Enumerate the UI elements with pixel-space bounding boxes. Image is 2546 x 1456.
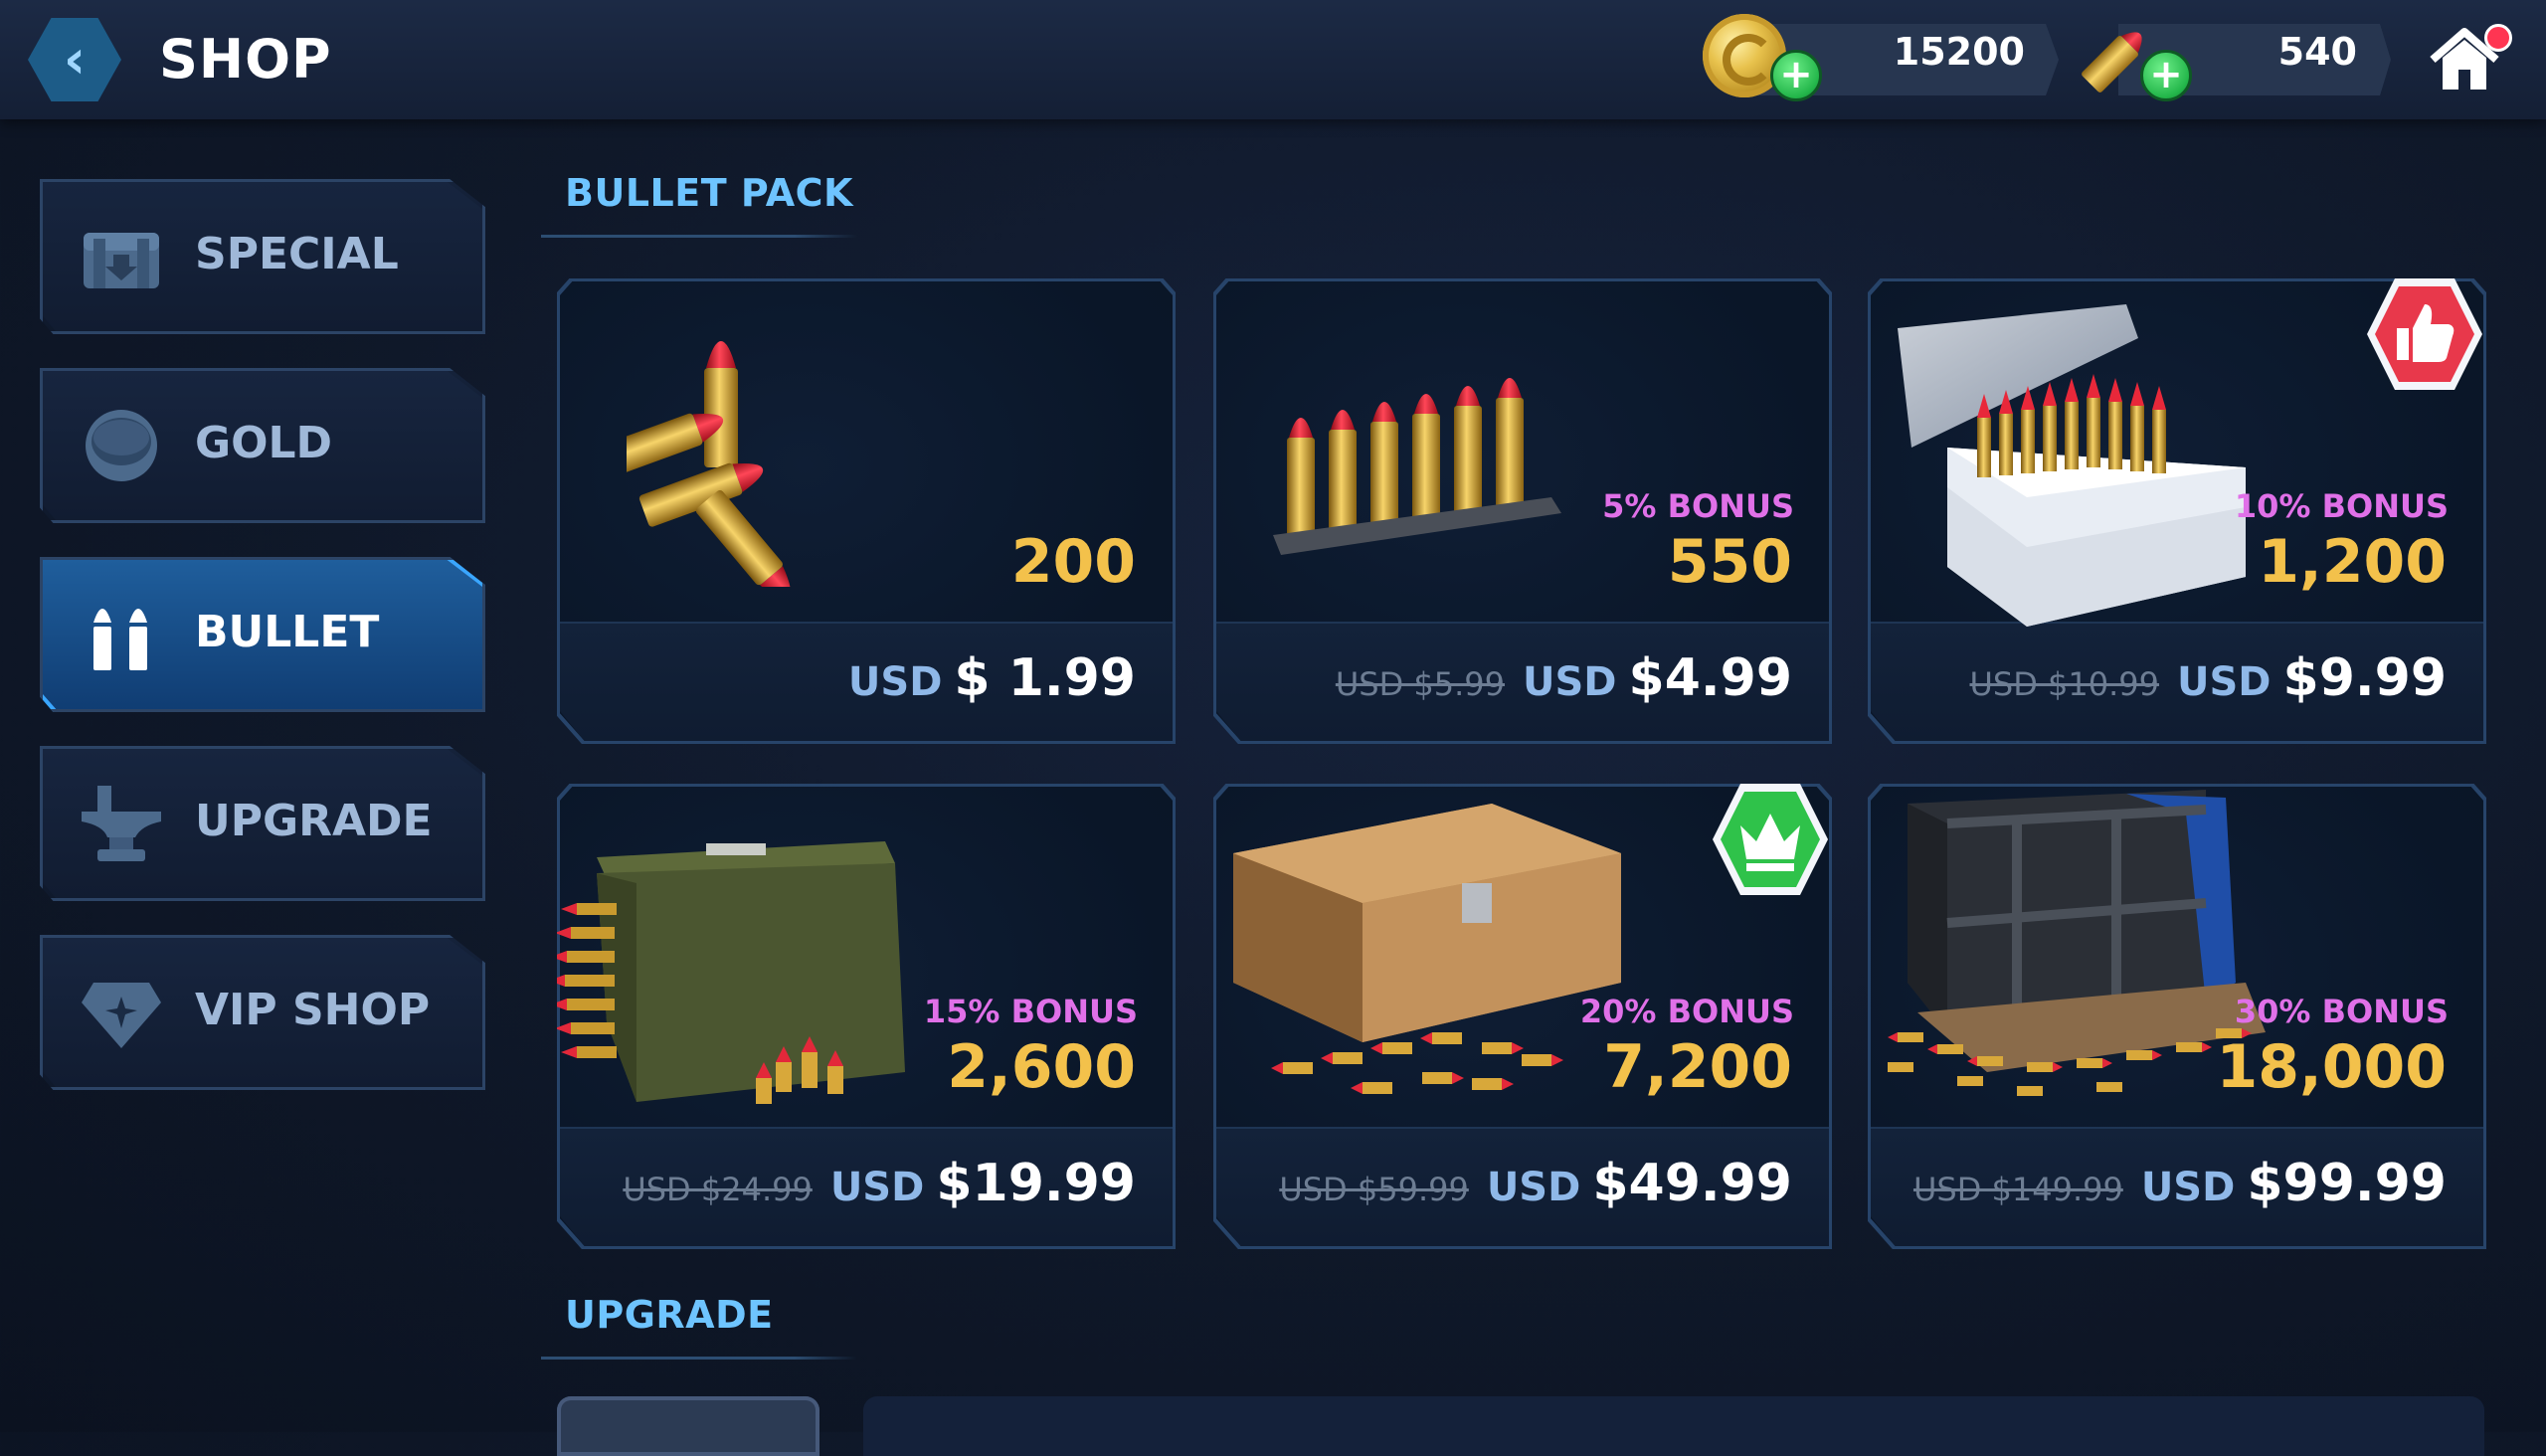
sidebar-item-label: GOLD <box>195 418 333 468</box>
price: $19.99 <box>936 1154 1136 1213</box>
price-currency: USD <box>2140 1165 2236 1210</box>
price-row: USD $10.99 USD $9.99 <box>1970 648 2448 708</box>
sidebar-item-gold[interactable]: GOLD <box>40 368 485 523</box>
pack-bonus: 10% BONUS <box>2234 487 2449 525</box>
sidebar-item-upgrade[interactable]: UPGRADE <box>40 746 485 901</box>
pack-amount: 200 <box>1010 527 1136 597</box>
sidebar-item-label: VIP SHOP <box>195 985 431 1035</box>
pack-card-550[interactable]: 5% BONUS 550 USD $5.99 USD $4.99 <box>1213 278 1832 744</box>
old-price: USD $24.99 <box>623 1171 813 1208</box>
price-currency: USD <box>1486 1165 1581 1210</box>
bullet-pack-art <box>627 341 791 587</box>
gold-coin-icon <box>86 410 157 481</box>
upgrade-item-tab[interactable] <box>557 1396 819 1456</box>
price-currency: USD <box>829 1165 925 1210</box>
add-gold-button[interactable]: + <box>1770 50 1822 101</box>
pack-amount: 18,000 <box>2216 1032 2447 1102</box>
old-price: USD $10.99 <box>1969 665 2160 703</box>
price-currency: USD <box>2177 659 2272 705</box>
gold-balance: 15200 <box>1893 30 2025 74</box>
sidebar-item-label: SPECIAL <box>195 229 399 279</box>
sidebar-item-label: BULLET <box>195 607 380 657</box>
add-bullets-button[interactable]: + <box>2140 50 2192 101</box>
sidebar-item-special[interactable]: SPECIAL <box>40 179 485 334</box>
chest-icon <box>84 233 159 288</box>
pack-bonus: 30% BONUS <box>2234 993 2449 1030</box>
old-price: USD $149.99 <box>1912 1171 2123 1208</box>
sidebar-item-label: UPGRADE <box>195 796 433 846</box>
pack-bonus: 20% BONUS <box>1579 993 1794 1030</box>
top-bar: ‹ SHOP + 15200 + 540 <box>0 0 2546 119</box>
pack-card-18000[interactable]: 30% BONUS 18,000 USD $149.99 USD $99.99 <box>1868 784 2486 1249</box>
chevron-left-icon: ‹ <box>63 28 87 91</box>
pack-amount: 2,600 <box>947 1032 1136 1102</box>
pack-card-7200[interactable]: 20% BONUS 7,200 USD $59.99 USD $49.99 <box>1213 784 1832 1249</box>
pack-bonus: 5% BONUS <box>1602 487 1794 525</box>
ammo-tray-box-art <box>1898 304 2246 627</box>
sidebar-item-bullet[interactable]: BULLET <box>40 557 485 712</box>
pack-card-1200[interactable]: 10% BONUS 1,200 USD $10.99 USD $9.99 <box>1868 278 2486 744</box>
price-row: USD $149.99 USD $99.99 <box>1913 1154 2447 1213</box>
diamond-icon <box>82 983 161 1048</box>
price-row: USD $5.99 USD $4.99 <box>1336 648 1792 708</box>
notification-dot <box>2484 24 2512 52</box>
sidebar-item-vip-shop[interactable]: VIP SHOP <box>40 935 485 1090</box>
bullet-balance: 540 <box>2277 30 2357 74</box>
price-row: USD $59.99 USD $49.99 <box>1279 1154 1792 1213</box>
price-row: USD $ 1.99 <box>848 648 1136 708</box>
price: $49.99 <box>1592 1154 1792 1213</box>
bullet-clip-art <box>1273 378 1561 555</box>
upgrade-item-panel[interactable] <box>863 1396 2484 1456</box>
crown-badge-icon <box>1713 784 1828 895</box>
old-price: USD $5.99 <box>1335 665 1506 703</box>
bullets-icon <box>93 609 147 670</box>
ammo-can-art <box>557 841 905 1104</box>
price-currency: USD <box>1523 659 1617 705</box>
pack-amount: 550 <box>1667 527 1792 597</box>
pack-card-2600[interactable]: 15% BONUS 2,600 USD $24.99 USD $19.99 <box>557 784 1176 1249</box>
anvil-icon <box>82 786 161 861</box>
section-title-upgrade: UPGRADE <box>565 1293 774 1337</box>
section-title-bullet-pack: BULLET PACK <box>565 171 853 215</box>
price: $ 1.99 <box>954 648 1136 708</box>
price-currency: USD <box>847 659 943 705</box>
price: $9.99 <box>2282 648 2447 708</box>
wooden-crate-art <box>1233 804 1621 1094</box>
back-button[interactable]: ‹ <box>28 18 121 101</box>
pack-bonus: 15% BONUS <box>923 993 1138 1030</box>
pack-amount: 7,200 <box>1603 1032 1792 1102</box>
pack-card-200[interactable]: 200 USD $ 1.99 <box>557 278 1176 744</box>
page-title: SHOP <box>159 28 332 91</box>
price: $4.99 <box>1628 648 1792 708</box>
price: $99.99 <box>2247 1154 2447 1213</box>
thumbs-up-badge-icon <box>2367 278 2482 390</box>
section-divider <box>541 235 857 238</box>
section-divider <box>541 1357 857 1360</box>
price-row: USD $24.99 USD $19.99 <box>623 1154 1136 1213</box>
old-price: USD $59.99 <box>1279 1171 1469 1208</box>
pack-amount: 1,200 <box>2258 527 2447 597</box>
